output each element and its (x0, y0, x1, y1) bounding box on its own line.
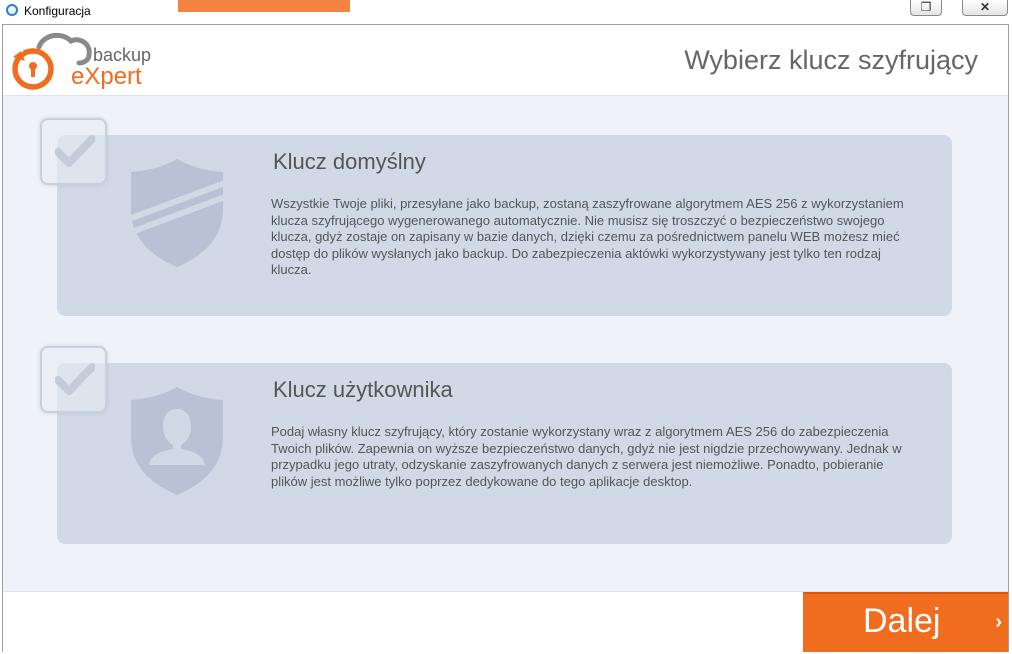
options-area: Klucz domyślny Wszystkie Twoje pliki, pr… (3, 96, 1008, 591)
close-button[interactable]: ✕ (962, 0, 1008, 16)
default-key-checkbox[interactable] (40, 118, 107, 185)
option-card-default-key[interactable]: Klucz domyślny Wszystkie Twoje pliki, pr… (57, 135, 952, 316)
chevron-right-icon: › (995, 611, 1002, 633)
background-window-strip (178, 0, 350, 12)
option-description: Podaj własny klucz szyfrujący, który zos… (271, 424, 902, 489)
option-description: Wszystkie Twoje pliki, przesyłane jako b… (271, 196, 904, 277)
user-shield-icon (131, 387, 223, 495)
logo-text-expert: eXpert (71, 63, 142, 90)
footer: Dalej › (3, 591, 1008, 652)
check-icon (55, 135, 95, 167)
user-key-checkbox[interactable] (40, 346, 107, 413)
option-title: Klucz użytkownika (273, 377, 453, 402)
shield-icon (129, 159, 225, 267)
page-title: Wybierz klucz szyfrujący (684, 45, 978, 75)
option-card-user-key[interactable]: Klucz użytkownika Podaj własny klucz szy… (57, 363, 952, 544)
app-icon (6, 4, 18, 16)
check-icon (55, 363, 95, 395)
option-title: Klucz domyślny (273, 149, 426, 174)
next-button[interactable]: Dalej › (803, 592, 1008, 652)
brand-logo: backup eXpert (9, 29, 169, 91)
header: backup eXpert Wybierz klucz szyfrujący (3, 25, 1008, 96)
window-title: Konfiguracja (24, 4, 91, 18)
configuration-window: backup eXpert Wybierz klucz szyfrujący K… (2, 24, 1009, 652)
next-button-label: Dalej (863, 602, 941, 640)
title-bar: Konfiguracja ❐ ✕ (0, 0, 1012, 24)
restore-button[interactable]: ❐ (910, 0, 942, 16)
